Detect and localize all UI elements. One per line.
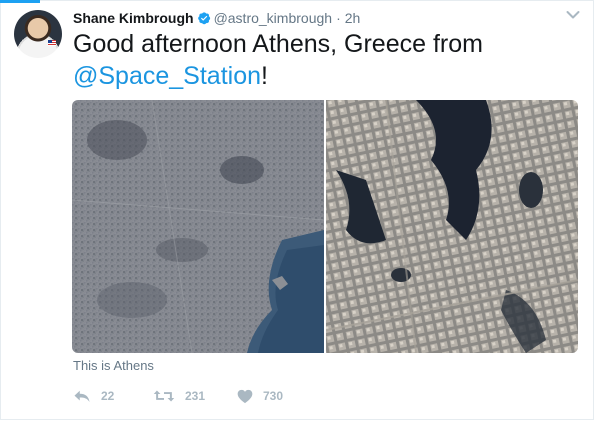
timestamp[interactable]: 2h [345, 10, 361, 26]
media-caption: This is Athens [73, 358, 154, 373]
flag-patch-icon [48, 40, 56, 46]
athens-wide-photo[interactable] [72, 100, 324, 353]
retweet-button[interactable]: 231 [153, 388, 237, 404]
chevron-down-icon[interactable] [566, 10, 580, 20]
tweet-header: Shane Kimbrough @astro_kimbrough · 2h [73, 9, 360, 27]
active-indicator [0, 0, 40, 3]
verified-badge-icon [197, 12, 210, 25]
author-name[interactable]: Shane Kimbrough [73, 10, 194, 26]
avatar[interactable] [14, 10, 62, 58]
like-count: 730 [263, 389, 284, 403]
top-divider [40, 0, 594, 1]
author-handle[interactable]: @astro_kimbrough [214, 10, 333, 26]
tweet-text-prefix: Good afternoon Athens, Greece from [73, 30, 483, 58]
reply-button[interactable]: 22 [73, 388, 153, 404]
separator-dot: · [336, 10, 341, 26]
mention-link[interactable]: @Space_Station [73, 62, 261, 90]
like-button[interactable]: 730 [237, 389, 317, 404]
reply-count: 22 [101, 389, 115, 403]
athens-closeup-photo[interactable] [326, 100, 578, 353]
reply-icon [74, 390, 90, 402]
heart-icon [237, 389, 253, 403]
retweet-icon [153, 390, 175, 402]
tweet-actions: 22 231 730 [73, 386, 317, 406]
retweet-count: 231 [185, 389, 206, 403]
media-gallery [72, 100, 578, 353]
tweet-text-suffix: ! [261, 62, 268, 90]
tweet-text: Good afternoon Athens, Greece from @Spac… [73, 28, 573, 92]
